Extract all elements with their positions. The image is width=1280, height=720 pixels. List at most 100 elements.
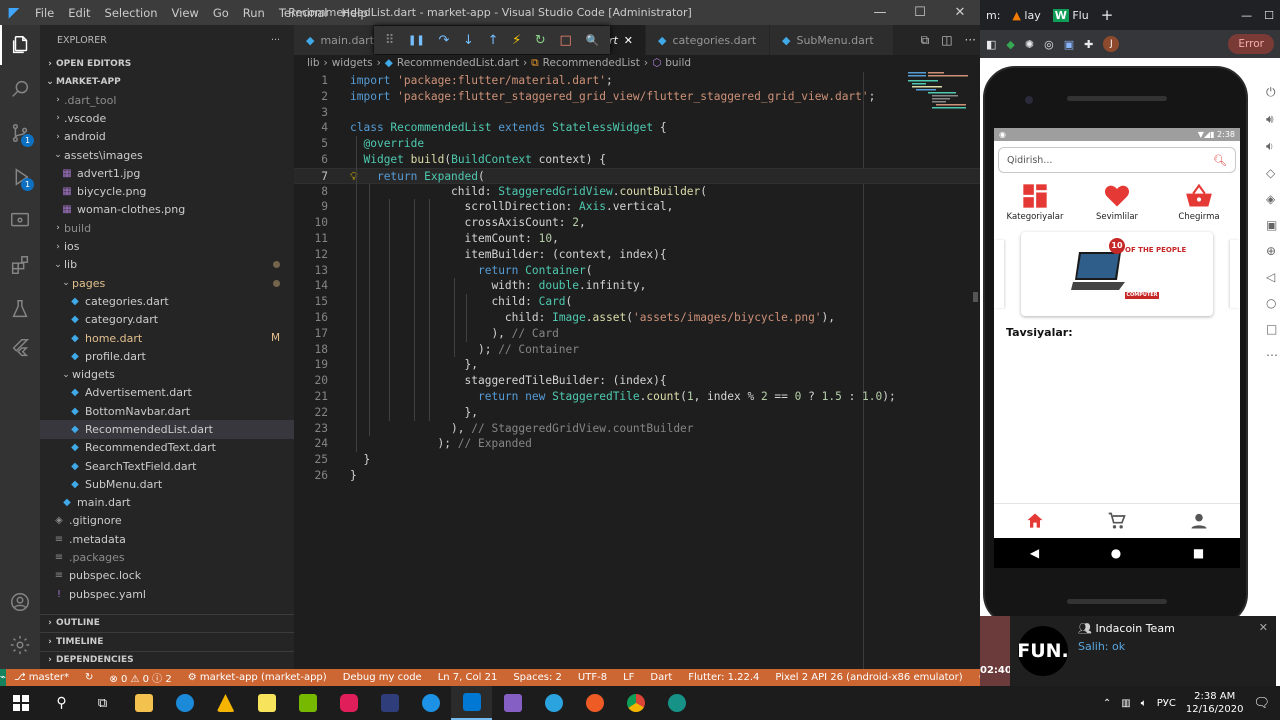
tree-folder[interactable]: ⌄ pages bbox=[40, 274, 294, 292]
profile-icon[interactable] bbox=[1189, 511, 1209, 531]
git-branch[interactable]: ⎇ master* bbox=[6, 672, 77, 683]
menu-help[interactable]: Help bbox=[334, 6, 374, 20]
vscode-taskbar-icon[interactable] bbox=[451, 686, 492, 720]
submenu-discount[interactable]: Chegirma bbox=[1164, 182, 1234, 222]
tab-categories-dart[interactable]: ◆ categories.dart bbox=[646, 25, 770, 55]
code-line[interactable]: 17 ), // Card bbox=[294, 326, 980, 342]
back-icon[interactable]: ◁ bbox=[1266, 270, 1280, 284]
code-line[interactable]: 6 Widget build(BuildContext context) { bbox=[294, 152, 980, 168]
language-indicator[interactable]: РУС bbox=[1157, 698, 1176, 709]
timeline-section[interactable]: › TIMELINE bbox=[40, 632, 294, 651]
step-over-icon[interactable]: ↷ bbox=[438, 33, 449, 48]
extension-icon[interactable]: ✺ bbox=[1025, 38, 1034, 51]
code-line[interactable]: 1 import 'package:flutter/material.dart'; bbox=[294, 73, 980, 89]
code-line[interactable]: 26} bbox=[294, 468, 980, 484]
cart-icon[interactable] bbox=[1107, 511, 1127, 531]
volume-up-icon[interactable]: 🔊︎ bbox=[1266, 112, 1280, 127]
step-into-icon[interactable]: ↓ bbox=[463, 33, 474, 48]
window-minimize-icon[interactable]: — bbox=[1235, 9, 1258, 22]
zoom-icon[interactable]: ⊕ bbox=[1266, 244, 1280, 258]
code-line[interactable]: 18 ); // Container bbox=[294, 342, 980, 358]
edge-icon[interactable] bbox=[164, 686, 205, 720]
remote-explorer-icon[interactable] bbox=[0, 201, 40, 241]
menu-go[interactable]: Go bbox=[206, 6, 236, 20]
indentation[interactable]: Spaces: 2 bbox=[505, 672, 570, 683]
explorer-icon[interactable] bbox=[0, 25, 40, 65]
more-icon[interactable]: ⋯ bbox=[1266, 348, 1280, 362]
tree-file[interactable]: ≡ pubspec.lock bbox=[40, 567, 294, 585]
search-text-field[interactable]: Qidirish... 🔍︎ bbox=[998, 147, 1236, 173]
gitkraken-icon[interactable] bbox=[656, 686, 697, 720]
restart-icon[interactable]: ↻ bbox=[535, 33, 546, 48]
app-triangle-icon[interactable] bbox=[205, 686, 246, 720]
code-line[interactable]: 19 }, bbox=[294, 357, 980, 373]
camera-icon[interactable]: ▣ bbox=[1266, 218, 1280, 232]
breadcrumb-widgets[interactable]: widgets bbox=[332, 57, 373, 69]
extensions-icon[interactable] bbox=[0, 245, 40, 285]
menu-run[interactable]: Run bbox=[236, 6, 272, 20]
file-explorer-icon[interactable] bbox=[123, 686, 164, 720]
android-overview-icon[interactable]: ■ bbox=[1193, 546, 1204, 560]
menu-edit[interactable]: Edit bbox=[61, 6, 97, 20]
tree-file[interactable]: ! pubspec.yaml bbox=[40, 585, 294, 603]
advert-next-card[interactable] bbox=[1230, 240, 1240, 308]
search-icon[interactable]: ⚲ bbox=[41, 686, 82, 720]
tree-file[interactable]: ◆ RecommendedList.dart bbox=[40, 420, 294, 439]
cursor-position[interactable]: Ln 7, Col 21 bbox=[430, 672, 506, 683]
compare-icon[interactable]: ⧉ bbox=[921, 33, 930, 48]
slack-icon[interactable] bbox=[328, 686, 369, 720]
extension-icon[interactable]: ◆ bbox=[1006, 38, 1014, 51]
encoding[interactable]: UTF-8 bbox=[570, 672, 615, 683]
code-line[interactable]: 2 import 'package:flutter_staggered_grid_… bbox=[294, 89, 980, 105]
device-selector[interactable]: Pixel 2 API 26 (android-x86 emulator) bbox=[767, 672, 970, 683]
tab-submenu-dart[interactable]: ◆ SubMenu.dart bbox=[770, 25, 894, 55]
tree-file[interactable]: ≡ .metadata bbox=[40, 530, 294, 548]
code-line[interactable]: 11 itemCount: 10, bbox=[294, 231, 980, 247]
problems-indicator[interactable]: ⊗ 0 ⚠ 0 ⓘ 2 bbox=[101, 670, 179, 685]
close-tab-icon[interactable]: ✕ bbox=[624, 34, 633, 47]
tree-file[interactable]: ▦ biycycle.png bbox=[40, 182, 294, 200]
tree-file[interactable]: ◆ Advertisement.dart bbox=[40, 384, 294, 402]
tree-file[interactable]: ◆ main.dart bbox=[40, 494, 294, 512]
tab-main-dart[interactable]: ◆ main.dart bbox=[294, 25, 374, 55]
clock[interactable]: 2:38 AM 12/16/2020 bbox=[1186, 690, 1244, 716]
nvidia-icon[interactable] bbox=[287, 686, 328, 720]
network-icon[interactable]: ▥ bbox=[1121, 698, 1130, 709]
code-line[interactable]: 13 return Container( bbox=[294, 263, 980, 279]
explorer-more-icon[interactable]: ··· bbox=[271, 35, 280, 46]
code-line[interactable]: 25 } bbox=[294, 452, 980, 468]
code-line[interactable]: 20 staggeredTileBuilder: (index){ bbox=[294, 373, 980, 389]
error-indicator[interactable]: Error bbox=[1228, 34, 1274, 54]
rotate-right-icon[interactable]: ◈ bbox=[1266, 192, 1280, 206]
search-icon[interactable] bbox=[0, 69, 40, 109]
advertisement-banner[interactable]: 10 OF THE PEOPLE COMPUTER bbox=[1021, 232, 1213, 316]
tree-file[interactable]: ◈ .gitignore bbox=[40, 512, 294, 530]
menu-file[interactable]: File bbox=[28, 6, 61, 20]
postman-icon[interactable] bbox=[574, 686, 615, 720]
source-control-icon[interactable]: 1 bbox=[0, 113, 40, 153]
accounts-icon[interactable] bbox=[0, 582, 40, 622]
menu-terminal[interactable]: Terminal bbox=[272, 6, 335, 20]
pause-icon[interactable]: ❚❚ bbox=[408, 35, 425, 46]
tree-file[interactable]: ◆ profile.dart bbox=[40, 347, 294, 365]
tree-folder[interactable]: ⌄ assets\images bbox=[40, 146, 294, 164]
code-line[interactable]: 4 class RecommendedList extends Stateless… bbox=[294, 120, 980, 136]
tree-file[interactable]: ◆ categories.dart bbox=[40, 292, 294, 310]
code-line[interactable]: 23 ), // StaggeredGridView.countBuilder bbox=[294, 421, 980, 437]
advert-prev-card[interactable] bbox=[994, 240, 1004, 308]
tray-overflow-icon[interactable]: ⌃ bbox=[1103, 698, 1111, 709]
home-icon[interactable]: ○ bbox=[1266, 296, 1280, 310]
tree-folder[interactable]: › .dart_tool bbox=[40, 91, 294, 109]
devtools-icon[interactable] bbox=[369, 686, 410, 720]
browser-tab[interactable]: W Flu bbox=[1047, 8, 1095, 22]
language-mode[interactable]: Dart bbox=[642, 672, 680, 683]
code-line[interactable]: 8 child: StaggeredGridView.countBuilder( bbox=[294, 184, 980, 200]
maximize-button[interactable]: ☐ bbox=[900, 0, 940, 25]
tree-file[interactable]: ◆ BottomNavbar.dart bbox=[40, 402, 294, 420]
step-out-icon[interactable]: ↑ bbox=[488, 33, 499, 48]
chrome-icon[interactable] bbox=[615, 686, 656, 720]
windows-start-icon[interactable] bbox=[0, 686, 41, 720]
sticky-notes-icon[interactable] bbox=[246, 686, 287, 720]
tree-folder[interactable]: › android bbox=[40, 128, 294, 146]
dependencies-section[interactable]: › DEPENDENCIES bbox=[40, 650, 294, 670]
